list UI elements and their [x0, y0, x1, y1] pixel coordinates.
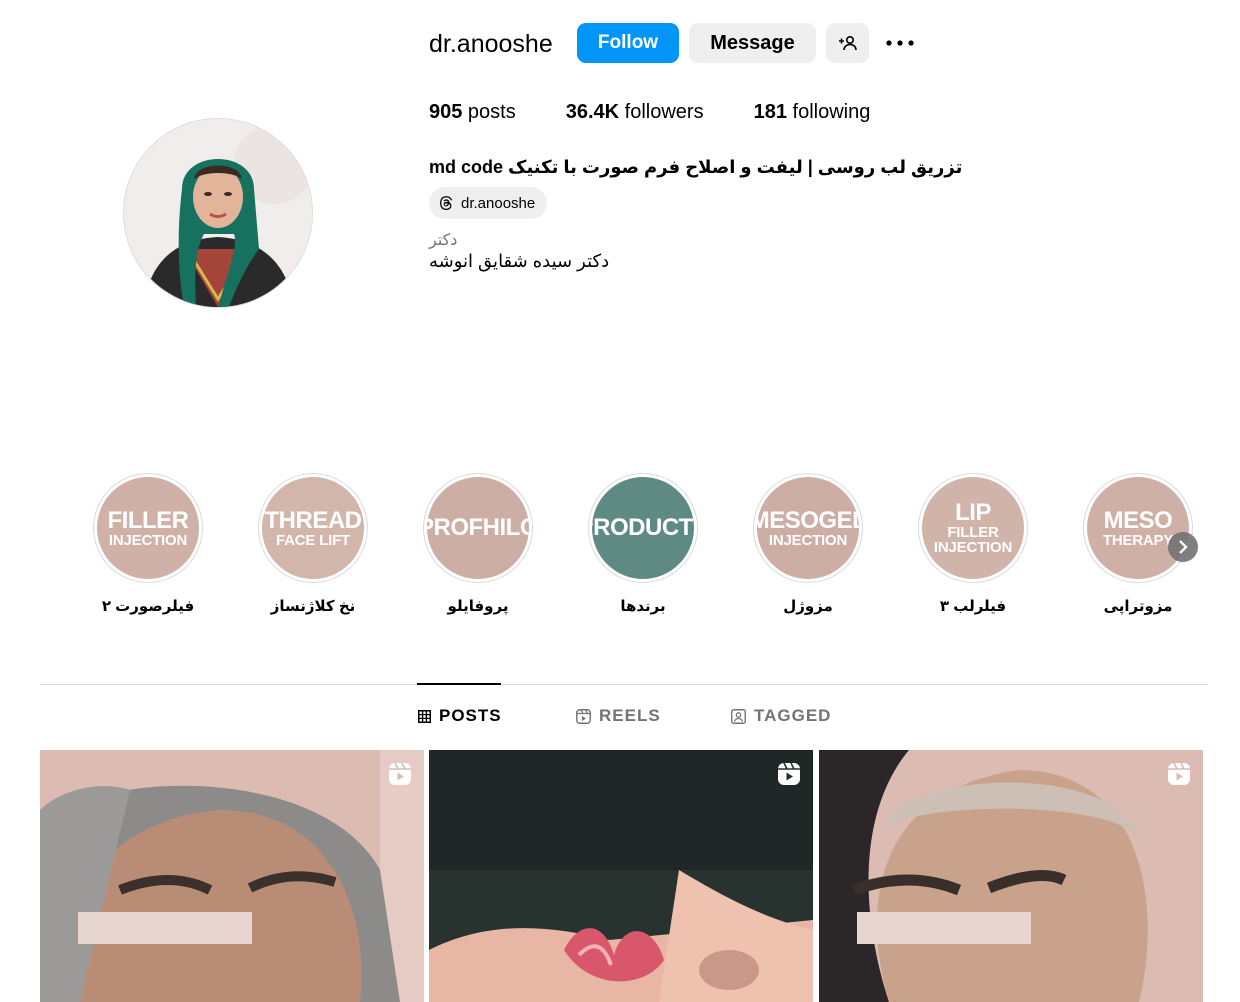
highlight-ring: MESO THERAPY	[1083, 473, 1193, 583]
highlight-ring: PRODUCTS	[588, 473, 698, 583]
highlight-ring: LIP FILLER INJECTION	[918, 473, 1028, 583]
highlight-label: مزوژل	[783, 598, 833, 615]
highlight-cover: PROFHILO	[427, 477, 529, 579]
highlight-cover-subtitle: FACE LIFT	[275, 531, 351, 549]
posts-stat: 905 posts	[429, 101, 516, 123]
highlight-cover: MESOGELINJECTION	[757, 477, 859, 579]
avatar-image	[124, 119, 312, 307]
chevron-right-icon	[1179, 540, 1188, 554]
tab-posts-label: POSTS	[439, 706, 502, 725]
post-thumbnail-2[interactable]	[429, 750, 813, 1002]
highlight-cover-title: PROFHILO	[427, 514, 529, 541]
profile-username: dr.anooshe	[429, 30, 553, 58]
tabs-divider	[40, 684, 1208, 685]
highlight-item[interactable]: PROFHILO پروفایلو	[395, 473, 561, 615]
privacy-redaction	[857, 912, 1031, 944]
post-thumbnail-1[interactable]	[40, 750, 424, 1002]
highlight-ring: PROFHILO	[423, 473, 533, 583]
highlight-label: مزوتراپی	[1103, 598, 1173, 615]
highlight-cover-subtitle: INJECTION	[108, 531, 188, 549]
profile-full-name: دکتر سیده شقایق انوشه	[429, 251, 610, 271]
highlight-cover-title: MESO	[1103, 506, 1173, 534]
following-stat[interactable]: 181 following	[754, 101, 871, 124]
reel-indicator-icon	[389, 762, 411, 785]
post-image-2	[429, 750, 813, 1002]
highlight-cover: LIP FILLER INJECTION	[922, 477, 1024, 579]
highlight-label: برندها	[620, 598, 666, 615]
active-tab-indicator	[417, 683, 501, 685]
reel-indicator-icon	[1168, 762, 1190, 785]
privacy-redaction	[78, 912, 252, 944]
highlight-cover-subtitle: INJECTION	[768, 531, 848, 549]
highlight-item[interactable]: THREAD FACE LIFT نخ کلاژنساز	[230, 473, 396, 615]
tab-reels-label: REELS	[599, 706, 661, 725]
highlight-cover-title: FILLER	[107, 506, 190, 534]
post-thumbnail-3[interactable]	[819, 750, 1203, 1002]
follow-button[interactable]: Follow	[577, 23, 679, 63]
suggested-users-button[interactable]	[826, 23, 869, 63]
highlight-label: نخ کلاژنساز	[270, 598, 356, 615]
highlight-label: فیلرصورت ۲	[101, 598, 195, 615]
highlight-cover-title: LIP	[955, 499, 991, 526]
reels-icon	[576, 708, 591, 724]
more-dots-icon	[886, 40, 914, 46]
highlight-cover: THREAD FACE LIFT	[262, 477, 364, 579]
highlight-cover-subtitle: FILLER INJECTION	[933, 524, 1013, 556]
highlight-cover: FILLER INJECTION	[97, 477, 199, 579]
highlight-cover: PRODUCTS	[592, 477, 694, 579]
highlight-label: پروفایلو	[447, 598, 509, 615]
followers-stat[interactable]: 36.4K followers	[566, 101, 704, 124]
highlight-item[interactable]: PRODUCTS برندها	[560, 473, 726, 615]
profile-avatar[interactable]	[123, 118, 313, 308]
tagged-icon	[731, 708, 746, 724]
post-image-3	[819, 750, 1203, 1002]
profile-category: دکتر	[429, 232, 458, 249]
post-image-1	[40, 750, 424, 1002]
threads-icon	[440, 196, 453, 210]
grid-icon	[418, 709, 431, 723]
highlight-ring: THREAD FACE LIFT	[258, 473, 368, 583]
threads-link[interactable]: dr.anooshe	[429, 187, 548, 219]
add-user-icon	[838, 35, 857, 51]
tab-tagged[interactable]: TAGGED	[731, 706, 831, 726]
more-options-button[interactable]	[880, 23, 920, 63]
message-button[interactable]: Message	[689, 23, 816, 63]
highlight-cover-title: THREAD	[264, 506, 363, 534]
profile-stats: 905 posts 36.4K followers 181 following	[429, 101, 870, 124]
highlight-cover-subtitle: THERAPY	[1102, 531, 1174, 549]
highlight-ring: FILLER INJECTION	[93, 473, 203, 583]
highlight-cover-title: MESOGEL	[757, 506, 859, 534]
highlight-item[interactable]: FILLER INJECTION فیلرصورت ۲	[65, 473, 231, 615]
tab-reels[interactable]: REELS	[576, 706, 661, 726]
highlight-cover-title: PRODUCTS	[592, 514, 694, 541]
highlight-item[interactable]: LIP FILLER INJECTION فیلرلب ۳	[890, 473, 1056, 615]
profile-bio: تزریق لب روسی | لیفت و اصلاح فرم صورت با…	[429, 157, 963, 177]
tab-posts[interactable]: POSTS	[418, 706, 502, 726]
highlights-next-button[interactable]	[1168, 532, 1198, 562]
threads-handle: dr.anooshe	[461, 194, 536, 212]
tab-tagged-label: TAGGED	[754, 706, 832, 725]
reel-indicator-icon	[778, 762, 800, 785]
highlight-label: فیلرلب ۳	[939, 598, 1007, 615]
highlight-cover: MESO THERAPY	[1087, 477, 1189, 579]
highlight-item[interactable]: MESOGELINJECTION مزوژل	[725, 473, 891, 615]
highlight-ring: MESOGELINJECTION	[753, 473, 863, 583]
